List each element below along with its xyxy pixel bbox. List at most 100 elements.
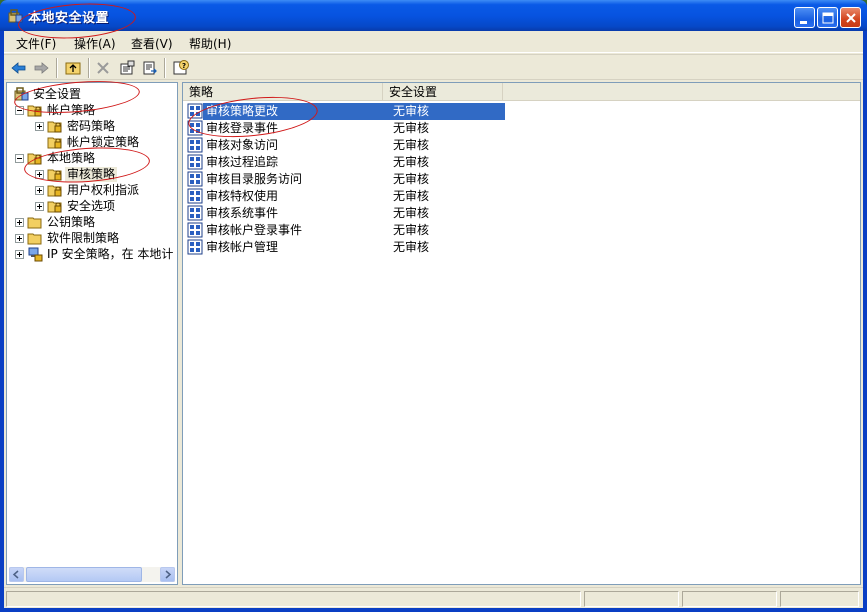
list-item[interactable]: 审核系统事件 无审核 [187, 205, 507, 222]
expand-toggle[interactable] [15, 249, 24, 259]
tree-node-root[interactable]: 安全设置 [13, 86, 83, 102]
collapse-toggle[interactable] [15, 105, 24, 115]
tree-node-local-policy[interactable]: 本地策略 [15, 150, 97, 166]
folder-icon [27, 217, 42, 229]
tree-node-ip-security[interactable]: IP 安全策略，在 本地计 [15, 246, 175, 262]
chevron-left-icon [12, 570, 19, 579]
expand-toggle[interactable] [35, 201, 44, 211]
list-header: 策略 安全设置 [183, 83, 860, 101]
forward-arrow-icon[interactable] [32, 59, 50, 77]
policy-setting: 无审核 [393, 240, 430, 254]
folder-lock-icon [47, 137, 62, 149]
toolbar-separator [164, 58, 166, 78]
tree-node-audit-policy[interactable]: 审核策略 [35, 166, 118, 182]
folder-lock-icon [27, 105, 42, 117]
tree-pane[interactable]: 安全设置 帐户策略 密码策略 帐户锁定策略 本地策略 审核策略 用户权利指派 安… [6, 82, 178, 585]
list-item[interactable]: 审核过程追踪 无审核 [187, 154, 507, 171]
expand-toggle[interactable] [35, 169, 44, 179]
policy-icon [187, 154, 203, 170]
policy-setting: 无审核 [393, 138, 430, 152]
export-list-icon[interactable] [141, 59, 159, 77]
close-icon [846, 13, 856, 23]
expand-toggle[interactable] [35, 185, 44, 195]
status-segment [682, 591, 777, 607]
tree-node-software-restriction[interactable]: 软件限制策略 [15, 230, 121, 246]
policy-icon [187, 188, 203, 204]
policy-setting: 无审核 [393, 206, 430, 220]
expand-toggle[interactable] [15, 233, 24, 243]
list-item[interactable]: 审核目录服务访问 无审核 [187, 171, 507, 188]
tree-node-label: 公钥策略 [47, 214, 96, 229]
tree-node-label: 软件限制策略 [47, 230, 120, 245]
tree-node-label: 密码策略 [67, 118, 116, 133]
list-item[interactable]: 审核登录事件 无审核 [187, 120, 507, 137]
policy-setting: 无审核 [393, 104, 430, 118]
policy-icon [187, 239, 203, 255]
list-item[interactable]: 审核策略更改 无审核 [187, 103, 507, 120]
policy-name: 审核登录事件 [206, 121, 279, 135]
maximize-button[interactable] [817, 7, 838, 28]
list-item[interactable]: 审核对象访问 无审核 [187, 137, 507, 154]
policy-list-pane[interactable]: 策略 安全设置 审核策略更改 无审核 审核登录事件 无审核 审核对象访问 无审核… [182, 82, 861, 585]
status-bar [4, 587, 863, 608]
svg-text:?: ? [182, 62, 186, 70]
list-item[interactable]: 审核特权使用 无审核 [187, 188, 507, 205]
minimize-button[interactable] [794, 7, 815, 28]
policy-setting: 无审核 [393, 155, 430, 169]
policy-name: 审核帐户登录事件 [206, 223, 303, 237]
menu-view[interactable]: 查看(V) [131, 35, 173, 52]
policy-icon [187, 120, 203, 136]
policy-icon [187, 137, 203, 153]
help-icon[interactable]: ? [172, 59, 190, 77]
window-title: 本地安全设置 [28, 11, 110, 26]
tree-node-account-policy[interactable]: 帐户策略 [15, 102, 97, 118]
tree-node-security-options[interactable]: 安全选项 [35, 198, 117, 214]
tree-node-label: 帐户策略 [47, 102, 96, 117]
policy-setting: 无审核 [393, 189, 430, 203]
tree-node-user-rights[interactable]: 用户权利指派 [35, 182, 141, 198]
menu-help[interactable]: 帮助(H) [189, 35, 231, 52]
tree-node-label: 审核策略 [65, 166, 118, 182]
toolbar-separator [56, 58, 58, 78]
security-settings-icon [14, 87, 29, 101]
policy-name: 审核系统事件 [206, 206, 279, 220]
tree-node-public-key[interactable]: 公钥策略 [15, 214, 97, 230]
menu-action[interactable]: 操作(A) [74, 35, 116, 52]
policy-name: 审核目录服务访问 [206, 172, 303, 186]
properties-icon[interactable] [118, 59, 136, 77]
column-header-policy[interactable]: 策略 [183, 83, 383, 101]
chevron-right-icon [165, 570, 172, 579]
expand-toggle[interactable] [15, 217, 24, 227]
folder-lock-icon [47, 201, 62, 213]
menu-bar: 文件(F) 操作(A) 查看(V) 帮助(H) [4, 31, 863, 53]
tree-horizontal-scrollbar[interactable] [9, 567, 175, 582]
delete-icon[interactable] [94, 59, 112, 77]
menu-file[interactable]: 文件(F) [16, 35, 56, 52]
tree-node-lockout-policy[interactable]: 帐户锁定策略 [47, 134, 141, 150]
expand-toggle[interactable] [35, 121, 44, 131]
status-segment [584, 591, 679, 607]
policy-icon [187, 205, 203, 221]
tree-node-label: IP 安全策略，在 本地计 [47, 246, 174, 261]
up-folder-icon[interactable] [64, 59, 82, 77]
status-segment [6, 591, 581, 607]
maximize-icon [822, 12, 834, 24]
policy-name: 审核帐户管理 [206, 240, 279, 254]
tree-node-label: 用户权利指派 [67, 182, 140, 197]
column-header-setting[interactable]: 安全设置 [383, 83, 503, 101]
tree-node-label: 帐户锁定策略 [67, 134, 140, 149]
policy-name: 审核过程追踪 [206, 155, 279, 169]
policy-name: 审核策略更改 [206, 104, 279, 118]
toolbar: ? [4, 54, 863, 80]
tree-node-password-policy[interactable]: 密码策略 [35, 118, 117, 134]
list-item[interactable]: 审核帐户管理 无审核 [187, 239, 507, 256]
collapse-toggle[interactable] [15, 153, 24, 163]
scroll-left-button[interactable] [9, 567, 24, 582]
back-arrow-icon[interactable] [10, 59, 28, 77]
scroll-right-button[interactable] [160, 567, 175, 582]
close-button[interactable] [840, 7, 861, 28]
scroll-thumb[interactable] [26, 567, 142, 582]
app-window: 本地安全设置 文件(F) 操作(A) 查看(V) 帮助(H) ? 安全设置 帐户… [0, 0, 867, 612]
title-bar[interactable]: 本地安全设置 [0, 0, 867, 31]
list-item[interactable]: 审核帐户登录事件 无审核 [187, 222, 507, 239]
